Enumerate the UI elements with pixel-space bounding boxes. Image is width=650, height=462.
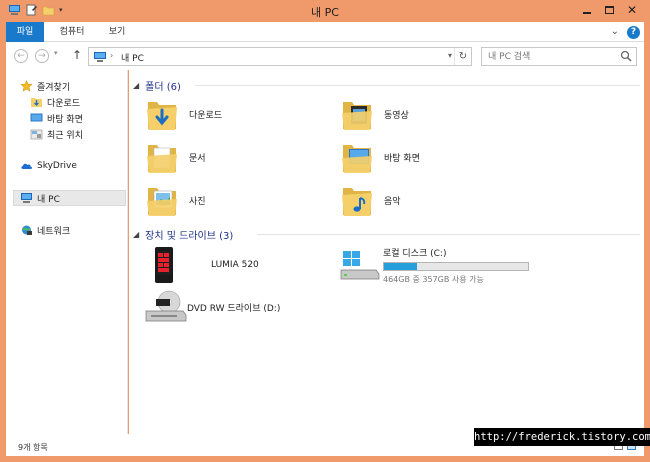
documents-folder-icon — [145, 139, 179, 175]
drive-d[interactable]: DVD RW 드라이브 (D:) — [145, 290, 280, 324]
computer-icon — [93, 51, 107, 63]
drive-usage-fill — [384, 263, 418, 270]
sidebar-item-label: 즐겨찾기 — [37, 82, 71, 93]
tab-file[interactable]: 파일 — [6, 22, 44, 42]
folder-videos[interactable]: 동영상 — [340, 96, 409, 132]
folder-label: 다운로드 — [189, 110, 223, 121]
sidebar-item-this-pc[interactable]: 내 PC — [13, 190, 126, 206]
address-bar[interactable]: › 내 PC ▾ ↻ — [88, 47, 472, 66]
search-box[interactable] — [481, 47, 637, 66]
videos-folder-icon — [340, 96, 374, 132]
sidebar-item-recent[interactable]: 최근 위치 — [30, 126, 83, 142]
sidebar-item-label: 최근 위치 — [47, 130, 83, 141]
drive-usage-bar — [383, 262, 529, 271]
collapse-icon[interactable]: ◢ — [133, 230, 139, 239]
sidebar-item-favorites[interactable]: 즐겨찾기 — [20, 78, 70, 94]
window-inner: ▾ 내 PC ✕ 파일 컴퓨터 보기 ⌄ ? ← → ▾ ↑ › 내 PC ▾ … — [6, 0, 644, 456]
downloads-icon — [30, 96, 43, 108]
recent-locations-icon[interactable]: ▾ — [54, 49, 58, 57]
tab-computer[interactable]: 컴퓨터 — [50, 22, 94, 42]
sidebar-item-label: 네트워크 — [37, 226, 71, 237]
back-button[interactable]: ← — [14, 49, 28, 63]
window-title: 내 PC — [311, 6, 339, 19]
folder-label: 사진 — [189, 196, 206, 207]
device-phone[interactable]: LUMIA 520 — [153, 246, 259, 284]
folder-pictures[interactable]: 사진 — [145, 182, 206, 218]
cloud-icon — [20, 160, 33, 172]
group-divider — [257, 234, 640, 235]
maximize-icon — [604, 6, 614, 14]
folder-label: 바탕 화면 — [384, 153, 420, 164]
refresh-button[interactable]: ↻ — [454, 48, 471, 65]
pictures-folder-icon — [145, 182, 179, 218]
sidebar-item-label: SkyDrive — [37, 161, 77, 171]
group-title: 장치 및 드라이브 (3) — [145, 231, 234, 242]
folders-group-header[interactable]: ◢ 폴더 (6) — [133, 78, 181, 93]
folder-label: 동영상 — [384, 110, 409, 121]
up-button[interactable]: ↑ — [72, 48, 82, 62]
desktop-icon — [30, 112, 43, 124]
minimize-button[interactable] — [576, 0, 598, 20]
device-label: DVD RW 드라이브 (D:) — [187, 303, 281, 314]
help-icon[interactable]: ? — [627, 25, 640, 39]
watermark: http://frederick.tistory.com — [474, 428, 650, 446]
sidebar-item-label: 내 PC — [37, 194, 60, 205]
maximize-button[interactable] — [598, 0, 620, 20]
folder-documents[interactable]: 문서 — [145, 139, 206, 175]
close-button[interactable]: ✕ — [620, 0, 644, 20]
search-icon[interactable] — [620, 50, 632, 62]
downloads-folder-icon — [145, 96, 179, 132]
collapse-icon[interactable]: ◢ — [133, 81, 139, 90]
sidebar-item-desktop[interactable]: 바탕 화면 — [30, 110, 83, 126]
search-input[interactable] — [482, 48, 612, 65]
phone-icon — [153, 246, 175, 284]
devices-group-header[interactable]: ◢ 장치 및 드라이브 (3) — [133, 227, 233, 242]
forward-button[interactable]: → — [35, 49, 49, 63]
group-divider — [195, 85, 640, 86]
folder-label: 문서 — [189, 153, 206, 164]
address-dropdown-icon[interactable]: ▾ — [448, 51, 452, 60]
explorer-window: ▾ 내 PC ✕ 파일 컴퓨터 보기 ⌄ ? ← → ▾ ↑ › 내 PC ▾ … — [0, 0, 650, 462]
navigation-pane: 즐겨찾기 다운로드 바탕 화면 최근 위치 SkyDrive 내 PC 네트워크 — [6, 70, 128, 434]
close-icon: ✕ — [626, 3, 638, 17]
drive-free-space: 464GB 중 357GB 사용 가능 — [383, 275, 484, 284]
network-icon — [20, 224, 33, 236]
music-folder-icon — [340, 182, 374, 218]
group-title: 폴더 (6) — [145, 82, 181, 93]
breadcrumb[interactable]: 내 PC — [121, 51, 144, 64]
drive-info: 로컬 디스크 (C:) 464GB 중 357GB 사용 가능 — [383, 246, 529, 285]
drive-label: 로컬 디스크 (C:) — [383, 249, 447, 259]
hard-drive-icon — [340, 248, 380, 282]
sidebar-item-downloads[interactable]: 다운로드 — [30, 94, 80, 110]
ribbon: 파일 컴퓨터 보기 ⌄ ? — [6, 22, 644, 42]
ribbon-right-controls: ⌄ ? — [611, 25, 640, 39]
computer-icon — [20, 192, 33, 204]
dvd-drive-icon — [145, 290, 187, 324]
item-count: 9개 항목 — [18, 443, 48, 452]
sidebar-item-label: 바탕 화면 — [47, 114, 83, 125]
sidebar-item-network[interactable]: 네트워크 — [20, 222, 70, 238]
title-bar[interactable]: ▾ 내 PC ✕ — [6, 0, 644, 22]
drive-c[interactable]: 로컬 디스크 (C:) 464GB 중 357GB 사용 가능 — [340, 246, 529, 285]
breadcrumb-separator[interactable]: › — [110, 51, 113, 60]
folder-music[interactable]: 음악 — [340, 182, 401, 218]
folder-desktop[interactable]: 바탕 화면 — [340, 139, 420, 175]
sidebar-item-label: 다운로드 — [47, 98, 81, 109]
minimize-icon — [583, 12, 591, 14]
star-icon — [20, 79, 33, 92]
desktop-folder-icon — [340, 139, 374, 175]
content-pane: ◢ 폴더 (6) 다운로드 동영상 문서 바탕 화면 사진 음악 ◢ 장치 및 … — [129, 70, 644, 434]
address-row: ← → ▾ ↑ › 내 PC ▾ ↻ — [6, 42, 644, 70]
device-label: LUMIA 520 — [211, 260, 259, 270]
sidebar-item-skydrive[interactable]: SkyDrive — [20, 158, 77, 174]
tab-view[interactable]: 보기 — [102, 22, 132, 42]
expand-ribbon-icon[interactable]: ⌄ — [611, 25, 619, 39]
folder-downloads[interactable]: 다운로드 — [145, 96, 222, 132]
recent-places-icon — [30, 128, 43, 140]
folder-label: 음악 — [384, 196, 401, 207]
